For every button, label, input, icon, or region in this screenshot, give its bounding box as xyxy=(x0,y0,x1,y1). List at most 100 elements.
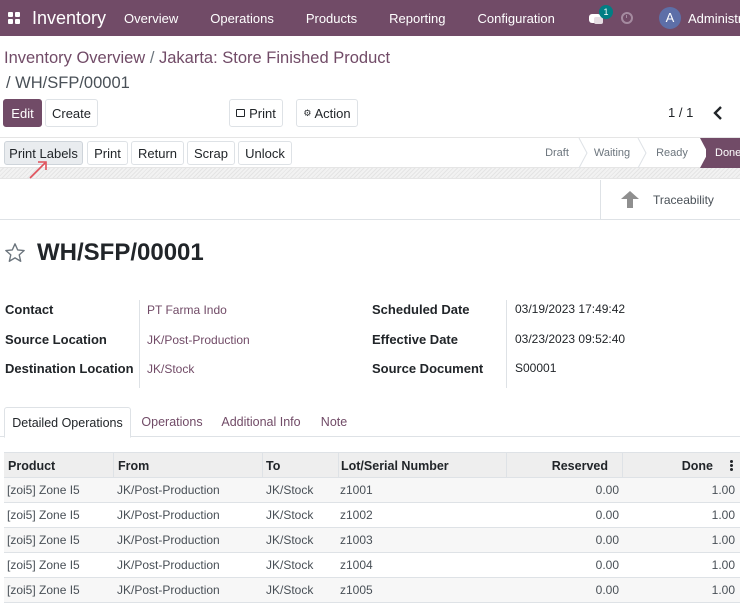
cell-from: JK/Post-Production xyxy=(117,558,220,572)
cell-done: 1.00 xyxy=(711,558,735,572)
stage-waiting[interactable]: Waiting xyxy=(588,138,636,168)
cell-to: JK/Stock xyxy=(266,583,314,597)
tab-operations[interactable]: Operations xyxy=(137,407,207,437)
cell-product: [zoi5] Zone I5 xyxy=(7,583,80,597)
cell-reserved: 0.00 xyxy=(595,558,619,572)
print-icon xyxy=(236,109,246,117)
cell-done: 1.00 xyxy=(711,533,735,547)
breadcrumb: Inventory Overview / Jakarta: Store Fini… xyxy=(4,48,390,68)
breadcrumb-inventory-overview[interactable]: Inventory Overview xyxy=(4,49,145,67)
edit-button[interactable]: Edit xyxy=(3,99,42,127)
breadcrumb-operation-type[interactable]: Jakarta: Store Finished Product xyxy=(159,49,390,67)
cell-from: JK/Post-Production xyxy=(117,583,220,597)
top-navbar: Inventory Overview Operations Products R… xyxy=(0,0,740,36)
notebook-tabs: Detailed Operations Operations Additiona… xyxy=(0,407,740,438)
create-button[interactable]: Create xyxy=(45,99,98,127)
traceability-button[interactable]: Traceability xyxy=(600,180,740,219)
apps-menu-icon[interactable] xyxy=(3,0,25,36)
cell-lot-serial-number: z1005 xyxy=(340,583,373,597)
cell-lot-serial-number: z1004 xyxy=(340,558,373,572)
cell-product: [zoi5] Zone I5 xyxy=(7,483,80,497)
return-button[interactable]: Return xyxy=(131,141,184,165)
star-icon[interactable] xyxy=(4,242,26,264)
messages-count-badge: 1 xyxy=(599,5,613,19)
pager-value[interactable]: 1 / 1 xyxy=(668,105,693,120)
menu-reporting[interactable]: Reporting xyxy=(389,11,445,26)
menu-configuration[interactable]: Configuration xyxy=(478,11,555,26)
action-dropdown-label: Action xyxy=(314,105,351,121)
cell-reserved: 0.00 xyxy=(595,483,619,497)
table-header: Product From To Lot/Serial Number Reserv… xyxy=(4,452,740,478)
unlock-button[interactable]: Unlock xyxy=(238,141,292,165)
contact-field[interactable]: PT Farma Indo xyxy=(147,303,227,317)
stage-done-active[interactable]: Done xyxy=(706,138,740,168)
table-row[interactable]: [zoi5] Zone I5 JK/Post-Production JK/Stock… xyxy=(4,578,740,603)
table-row[interactable]: [zoi5] Zone I5 JK/Post-Production JK/Stock… xyxy=(4,553,740,578)
scrap-button[interactable]: Scrap xyxy=(187,141,235,165)
cell-lot-serial-number: z1001 xyxy=(340,483,373,497)
cell-lot-serial-number: z1003 xyxy=(340,533,373,547)
table-row[interactable]: [zoi5] Zone I5 JK/Post-Production JK/Stock… xyxy=(4,503,740,528)
tab-detailed-operations[interactable]: Detailed Operations xyxy=(4,407,131,438)
cell-done: 1.00 xyxy=(711,483,735,497)
column-done[interactable]: Done xyxy=(623,453,740,478)
messages-icon[interactable]: 1 xyxy=(587,5,613,28)
statusbar-separator xyxy=(0,168,740,179)
destination-location-field[interactable]: JK/Stock xyxy=(147,362,194,376)
column-product[interactable]: Product xyxy=(4,453,114,478)
menu-products[interactable]: Products xyxy=(306,11,357,26)
column-from[interactable]: From xyxy=(114,453,263,478)
cell-product: [zoi5] Zone I5 xyxy=(7,558,80,572)
destination-location-label: Destination Location xyxy=(5,361,134,376)
column-reserved[interactable]: Reserved xyxy=(507,453,623,478)
effective-date-field[interactable]: 03/23/2023 09:52:40 xyxy=(515,332,625,346)
cell-product: [zoi5] Zone I5 xyxy=(7,508,80,522)
cell-from: JK/Post-Production xyxy=(117,533,220,547)
cell-to: JK/Stock xyxy=(266,483,314,497)
form-statusbar: Print Labels Print Return Scrap Unlock D… xyxy=(0,137,740,168)
print-button[interactable]: Print xyxy=(87,141,128,165)
app-name[interactable]: Inventory xyxy=(32,8,106,29)
print-dropdown-button[interactable]: Print xyxy=(229,99,283,127)
effective-date-label: Effective Date xyxy=(372,332,458,347)
breadcrumb-separator: / xyxy=(149,49,155,67)
cell-from: JK/Post-Production xyxy=(117,508,220,522)
gear-icon: ⚙ xyxy=(303,107,312,118)
stage-divider-icon xyxy=(578,138,588,168)
tab-note[interactable]: Note xyxy=(314,407,354,437)
cell-product: [zoi5] Zone I5 xyxy=(7,533,80,547)
stage-ready[interactable]: Ready xyxy=(648,138,696,168)
user-avatar[interactable]: A xyxy=(659,7,681,29)
cell-to: JK/Stock xyxy=(266,533,314,547)
field-divider xyxy=(506,300,507,388)
activity-clock-icon[interactable] xyxy=(621,12,633,24)
column-to[interactable]: To xyxy=(263,453,339,478)
cell-done: 1.00 xyxy=(711,508,735,522)
cell-from: JK/Post-Production xyxy=(117,483,220,497)
scheduled-date-label: Scheduled Date xyxy=(372,302,470,317)
stage-divider-icon xyxy=(637,138,647,168)
menu-overview[interactable]: Overview xyxy=(124,11,178,26)
cell-lot-serial-number: z1002 xyxy=(340,508,373,522)
print-dropdown-label: Print xyxy=(249,105,276,121)
source-document-field[interactable]: S00001 xyxy=(515,361,556,375)
user-name[interactable]: Administrator xyxy=(688,11,740,26)
optional-columns-icon[interactable] xyxy=(730,460,733,471)
table-row[interactable]: [zoi5] Zone I5 JK/Post-Production JK/Stock… xyxy=(4,478,740,503)
cell-to: JK/Stock xyxy=(266,508,314,522)
menu-operations[interactable]: Operations xyxy=(210,11,274,26)
action-dropdown-button[interactable]: ⚙ Action xyxy=(296,99,358,127)
record-title: WH/SFP/00001 xyxy=(37,239,204,266)
table-row[interactable]: [zoi5] Zone I5 JK/Post-Production JK/Stock… xyxy=(4,528,740,553)
source-location-field[interactable]: JK/Post-Production xyxy=(147,333,250,347)
pager-previous-icon[interactable] xyxy=(712,105,724,121)
scheduled-date-field[interactable]: 03/19/2023 17:49:42 xyxy=(515,302,625,316)
smart-buttons-row: Traceability xyxy=(0,180,740,220)
column-lot-serial-number[interactable]: Lot/Serial Number xyxy=(339,453,507,478)
annotation-arrow-icon xyxy=(29,161,47,179)
stage-draft[interactable]: Draft xyxy=(534,138,580,168)
cell-to: JK/Stock xyxy=(266,558,314,572)
tab-additional-info[interactable]: Additional Info xyxy=(217,407,305,437)
field-divider xyxy=(139,300,140,388)
cell-reserved: 0.00 xyxy=(595,508,619,522)
